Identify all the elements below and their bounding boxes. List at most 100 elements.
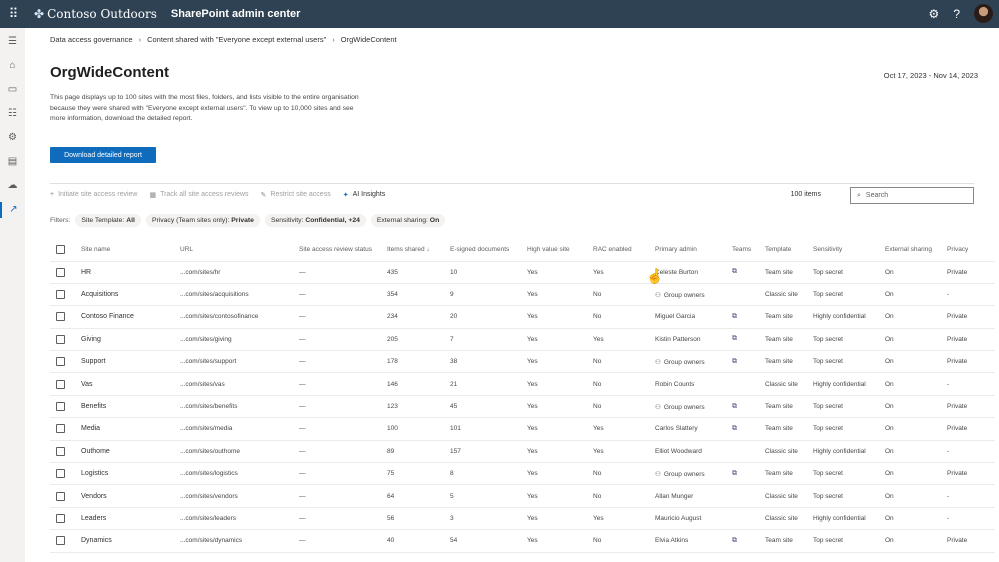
filter-site-template[interactable]: Site Template: All [75,214,141,227]
cell-name[interactable]: Acquisitions [81,283,180,307]
table-row[interactable]: Giving ...com/sites/giving —205 7 Yes Yes Kist… [50,328,995,352]
table-row[interactable]: Vendors ...com/sites/vendors —64 5 Yes No Alla… [50,484,995,508]
settings-gear-icon[interactable]: ⚙ [929,7,940,21]
table-row[interactable]: Dynamics ...com/sites/dynamics —40 54 Yes No E… [50,529,995,553]
cell-name[interactable]: Vendors [81,484,180,508]
menu-hamburger-icon[interactable]: ☰ [8,34,17,50]
help-icon[interactable]: ? [953,7,960,21]
table-row[interactable]: Vas ...com/sites/vas —146 21 Yes No Robin Coun… [50,372,995,396]
row-checkbox[interactable] [56,491,65,501]
cell-ext: On [885,350,947,374]
avatar[interactable] [974,4,993,23]
home-icon[interactable]: ⌂ [9,58,15,74]
cell-name[interactable]: Dynamics [81,529,180,553]
cell-admin[interactable]: Group owners [664,359,705,366]
cell-hv: Yes [527,328,593,352]
cell-name[interactable]: Vas [81,372,180,396]
migration-cloud-icon[interactable]: ☁ [8,178,18,194]
cell-name[interactable]: Media [81,417,180,441]
column-header[interactable]: High value site [527,239,593,262]
table-row[interactable]: HR ...com/sites/hr —435 10 Yes Yes Celeste Bur… [50,261,995,284]
row-checkbox[interactable] [56,513,65,523]
policies-icon[interactable]: ☷ [8,106,17,122]
table-row[interactable]: Acquisitions ...com/sites/acquisitions —35… [50,283,995,307]
column-header[interactable]: Items shared ↓ [387,239,450,262]
cell-admin[interactable]: Mauricio August [655,515,701,522]
cell-admin[interactable]: Robin Counts [655,381,694,388]
cell-admin[interactable]: Kistin Patterson [655,336,701,343]
org-name[interactable]: Contoso Outdoors [47,7,157,21]
column-header[interactable]: Sensitivity [813,239,885,262]
column-header[interactable]: Teams [732,239,765,262]
table-row[interactable]: Benefits ...com/sites/benefits —123 45 Yes No… [50,395,995,419]
cell-template: Team site [765,529,813,553]
cell-admin[interactable]: Group owners [664,404,705,411]
cell-name[interactable]: Benefits [81,395,180,419]
breadcrumb-item[interactable]: Data access governance [50,35,133,44]
restrict-access-button[interactable]: ✎ Restrict site access [261,191,331,199]
initiate-review-button[interactable]: + Initiate site access review [50,191,137,198]
table-row[interactable]: Logistics ...com/sites/logistics —75 8 Yes No… [50,462,995,486]
filter-sensitivity[interactable]: Sensitivity: Confidential, +24 [264,214,366,227]
row-checkbox[interactable] [56,424,65,434]
row-checkbox[interactable] [56,290,65,300]
column-header[interactable]: Privacy [947,239,995,262]
search-input[interactable]: ⌕ Search [850,187,974,204]
row-checkbox[interactable] [56,312,65,322]
initiate-review-label: Initiate site access review [58,191,138,198]
cell-admin[interactable]: Elvia Atkins [655,537,688,544]
track-reviews-button[interactable]: ▦ Track all site access reviews [149,191,248,199]
row-checkbox[interactable] [56,446,65,456]
column-header[interactable]: Site name [81,239,180,262]
app-title[interactable]: SharePoint admin center [171,8,301,20]
cell-name[interactable]: Contoso Finance [81,305,180,329]
cell-admin[interactable]: Elliot Woodward [655,448,702,455]
download-report-button[interactable]: Download detailed report [50,147,156,163]
column-header[interactable]: Template [765,239,813,262]
cell-hv: Yes [527,417,593,441]
column-header[interactable]: E-signed documents [450,239,527,262]
breadcrumb-item[interactable]: Content shared with "Everyone except ext… [147,35,326,44]
table-row[interactable]: Support ...com/sites/support —178 38 Yes No ⚇ G… [50,350,995,374]
filter-external-sharing[interactable]: External sharing: On [370,214,446,227]
row-checkbox[interactable] [56,334,65,344]
table-row[interactable]: Media ...com/sites/media —100 101 Yes Yes Carl… [50,417,995,441]
row-checkbox[interactable] [56,357,65,367]
column-header[interactable]: RAC enabled [593,239,655,262]
cell-name[interactable]: Leaders [81,507,180,531]
cell-name[interactable]: HR [81,261,180,284]
column-header[interactable]: Site access review status [299,239,387,262]
table-row[interactable]: Leaders ...com/sites/leaders —56 3 Yes Yes Mau… [50,507,995,531]
cell-items: 205 [387,328,450,352]
cell-admin[interactable]: Allan Munger [655,493,693,500]
column-header[interactable]: External sharing [885,239,947,262]
cell-hv: Yes [527,529,593,553]
table-row[interactable]: Contoso Finance ...com/sites/contosofinan… [50,305,995,329]
reports-chart-icon[interactable]: ↗ [0,202,25,218]
row-checkbox[interactable] [56,267,65,277]
cell-name[interactable]: Support [81,350,180,374]
app-launcher-icon[interactable]: ⠿ [0,6,26,22]
column-header[interactable]: URL [180,239,299,262]
cell-esigned: 10 [450,261,527,284]
table-row[interactable]: Outhome ...com/sites/outhome —89 157 Yes Yes E… [50,440,995,464]
cell-admin[interactable]: Miguel Garcia [655,313,695,320]
filter-privacy[interactable]: Privacy (Team sites only): Private [145,214,260,227]
content-services-icon[interactable]: ▤ [8,154,17,170]
row-checkbox[interactable] [56,536,65,546]
row-checkbox[interactable] [56,402,65,412]
cell-admin[interactable]: Carlos Slattery [655,425,698,432]
cell-name[interactable]: Giving [81,328,180,352]
column-header[interactable]: Primary admin [655,239,732,262]
cell-admin[interactable]: Group owners [664,292,705,299]
row-checkbox[interactable] [56,469,65,479]
row-checkbox[interactable] [56,379,65,389]
settings-icon[interactable]: ⚙ [8,130,17,146]
cell-name[interactable]: Logistics [81,462,180,486]
group-icon: ⚇ [655,358,661,366]
select-all-checkbox[interactable] [56,245,65,255]
cell-name[interactable]: Outhome [81,440,180,464]
ai-insights-button[interactable]: ✦ AI Insights [343,191,386,199]
cell-admin[interactable]: Group owners [664,471,705,478]
sites-icon[interactable]: ▭ [8,82,17,98]
